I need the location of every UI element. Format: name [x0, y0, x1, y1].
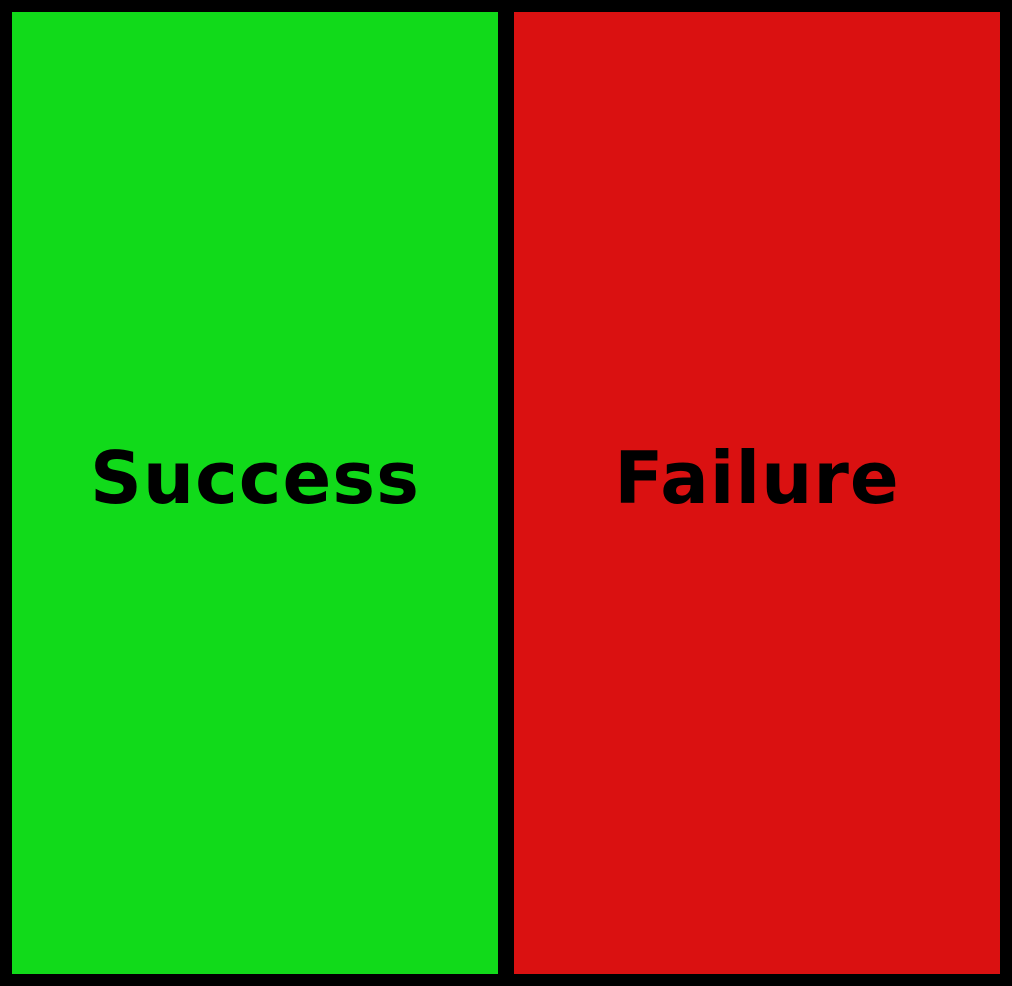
success-label: Success — [89, 436, 420, 520]
failure-label: Failure — [614, 436, 900, 520]
failure-panel: Failure — [514, 12, 1000, 974]
success-panel: Success — [12, 12, 498, 974]
diagram-frame: Success Failure — [0, 0, 1012, 986]
